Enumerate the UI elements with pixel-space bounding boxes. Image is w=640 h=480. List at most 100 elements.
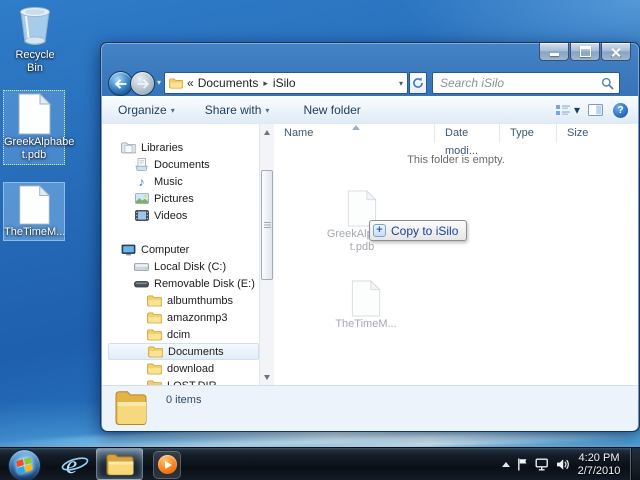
refresh-icon	[412, 77, 424, 89]
preview-pane-button[interactable]	[584, 101, 607, 119]
minimize-icon	[550, 53, 559, 56]
show-hidden-icons-button[interactable]	[502, 462, 510, 467]
sidebar-item-computer[interactable]: Computer	[108, 241, 259, 258]
taskbar-internet-explorer-button[interactable]: e	[58, 448, 92, 480]
desktop-icon-recycle-bin[interactable]: Recycle Bin	[6, 4, 64, 75]
column-header-size[interactable]: Size	[556, 124, 621, 143]
sidebar-item-pictures[interactable]: Pictures	[108, 190, 259, 207]
address-dropdown-icon[interactable]	[399, 79, 403, 88]
document-file-icon	[18, 93, 51, 135]
folder-icon	[148, 346, 163, 358]
play-icon	[165, 461, 172, 469]
triangle-down-icon	[264, 375, 270, 380]
item-count: 0 items	[166, 394, 201, 406]
change-view-button[interactable]	[551, 100, 584, 120]
sidebar-scrollbar[interactable]	[259, 124, 274, 385]
scrollbar-down-button[interactable]	[260, 370, 274, 384]
copy-plus-icon	[373, 224, 386, 237]
forward-button-disabled[interactable]	[130, 71, 155, 96]
sidebar-item-label: download	[167, 363, 214, 375]
column-header-name[interactable]: Name	[274, 124, 434, 143]
folder-icon	[147, 312, 162, 324]
scrollbar-thumb[interactable]	[261, 170, 273, 280]
sidebar-item-label: Videos	[154, 210, 187, 222]
breadcrumb-documents[interactable]: Documents	[198, 76, 259, 90]
column-label: Size	[567, 127, 588, 139]
close-button[interactable]	[601, 43, 631, 61]
removable-disk-icon	[134, 278, 149, 289]
sidebar-item-documents-selected[interactable]: Documents	[108, 343, 259, 360]
new-folder-label: New folder	[303, 103, 360, 117]
sidebar-item-dcim[interactable]: dcim	[108, 326, 259, 343]
search-box[interactable]	[432, 72, 620, 94]
drag-drop-tooltip: Copy to iSilo	[369, 220, 467, 241]
pictures-icon	[134, 193, 149, 204]
breadcrumb-separator-icon[interactable]	[262, 78, 269, 89]
taskbar-media-player-button[interactable]	[150, 448, 184, 480]
sidebar-item-lost-dir[interactable]: LOST.DIR	[108, 377, 259, 385]
sort-ascending-icon	[352, 125, 360, 130]
address-bar[interactable]: « Documents iSilo	[164, 72, 408, 94]
sidebar-item-label: Documents	[154, 159, 210, 171]
column-label: Name	[284, 127, 313, 139]
sidebar-item-removable-disk-e[interactable]: Removable Disk (E:)	[108, 275, 259, 292]
minimize-button[interactable]	[539, 43, 569, 61]
drag-ghost-label: t.pdb	[312, 241, 412, 254]
column-headers: Name Date modi... Type Size	[274, 124, 638, 143]
chevron-down-icon	[171, 106, 175, 115]
column-label: Type	[510, 127, 534, 139]
maximize-button[interactable]	[570, 43, 600, 61]
recycle-bin-icon	[13, 4, 57, 48]
sidebar-item-documents-library[interactable]: Documents	[108, 156, 259, 173]
refresh-button[interactable]	[409, 72, 427, 94]
sidebar-item-music[interactable]: Music	[108, 173, 259, 190]
help-button[interactable]	[613, 103, 628, 118]
search-icon[interactable]	[601, 77, 614, 90]
sidebar-item-libraries[interactable]: Libraries	[108, 139, 259, 156]
new-folder-button[interactable]: New folder	[295, 100, 368, 120]
organize-button[interactable]: Organize	[110, 100, 183, 120]
media-player-glass	[153, 451, 181, 479]
sidebar-item-local-disk-c[interactable]: Local Disk (C:)	[108, 258, 259, 275]
chevron-down-icon	[265, 106, 269, 115]
search-input[interactable]	[438, 75, 601, 91]
clock-date: 2/7/2010	[578, 465, 621, 478]
views-icon	[555, 104, 571, 116]
preview-pane-icon	[588, 104, 603, 116]
sidebar-item-videos[interactable]: Videos	[108, 207, 259, 224]
column-header-date-modified[interactable]: Date modi...	[434, 124, 499, 143]
folder-icon	[147, 329, 162, 341]
recent-pages-chevron-icon[interactable]	[157, 78, 161, 87]
share-with-label: Share with	[205, 103, 262, 117]
volume-icon[interactable]	[556, 458, 570, 471]
scrollbar-up-button[interactable]	[260, 125, 274, 139]
computer-icon	[121, 244, 136, 256]
music-icon	[134, 177, 149, 187]
taskbar-clock[interactable]: 4:20 PM 2/7/2010	[572, 448, 626, 480]
desktop-icon-file-greekalphabet[interactable]: GreekAlphabe t.pdb	[3, 90, 65, 165]
show-desktop-button[interactable]	[630, 448, 640, 480]
documents-library-icon	[134, 158, 149, 171]
document-file-icon	[18, 185, 51, 225]
navigation-pane: Libraries Documents Music Pictures	[102, 124, 259, 385]
sidebar-item-amazonmp3[interactable]: amazonmp3	[108, 309, 259, 326]
drag-ghost-item-thetimem: TheTimeM...	[316, 280, 416, 331]
sidebar-item-download[interactable]: download	[108, 360, 259, 377]
breadcrumb-overflow[interactable]: «	[187, 76, 194, 90]
chevron-down-icon	[574, 103, 580, 117]
breadcrumb-isilo[interactable]: iSilo	[273, 76, 296, 90]
desktop-icon-file-thetimem[interactable]: TheTimeM...	[3, 182, 65, 241]
network-icon[interactable]	[535, 458, 549, 471]
sidebar-item-label: dcim	[167, 329, 190, 341]
action-center-flag-icon[interactable]	[517, 458, 528, 471]
share-with-button[interactable]: Share with	[197, 100, 278, 120]
sidebar-item-albumthumbs[interactable]: albumthumbs	[108, 292, 259, 309]
taskbar-explorer-button-active[interactable]	[96, 448, 143, 480]
system-tray	[502, 448, 570, 480]
desktop: Recycle Bin GreekAlphabe t.pdb TheTimeM.…	[0, 0, 640, 480]
sidebar-item-label: Computer	[141, 244, 189, 256]
clock-time: 4:20 PM	[579, 452, 620, 465]
start-button[interactable]	[8, 449, 41, 480]
scrollbar-grip	[264, 222, 271, 228]
column-header-type[interactable]: Type	[499, 124, 556, 143]
